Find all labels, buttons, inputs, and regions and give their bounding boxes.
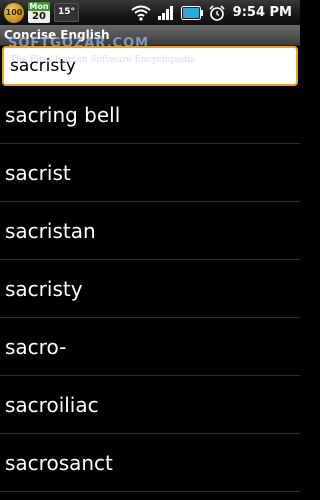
status-bar: 100 Mon 20 15° 9:54 PM [0, 0, 300, 25]
title-bar: Concise English SOFTGOZAR.COM [0, 25, 300, 51]
list-item-sacring-bell[interactable]: sacring bell [0, 86, 300, 144]
weather-temperature: 15° [54, 3, 80, 22]
app-badge-icon: 100 [4, 2, 24, 23]
list-item-sacrist[interactable]: sacrist [0, 144, 300, 202]
status-right: 9:54 PM [131, 2, 292, 23]
calendar-date: 20 [32, 11, 46, 22]
list-item-sacristy[interactable]: sacristy [0, 260, 300, 318]
word-list: sacring bell sacrist sacristan sacristy … [0, 86, 300, 492]
calendar-icon: Mon 20 [28, 2, 50, 23]
list-item-sacrosanct[interactable]: sacrosanct [0, 434, 300, 492]
watermark-tagline: The First Iranian Software Encyclopedia [10, 55, 196, 65]
signal-icon [157, 5, 175, 21]
search-field[interactable] [2, 46, 298, 86]
clock-time: 9:54 PM [232, 5, 292, 20]
list-item-sacroiliac[interactable]: sacroiliac [0, 376, 300, 434]
list-item-sacro[interactable]: sacro- [0, 318, 300, 376]
alarm-icon [209, 4, 225, 21]
list-item-sacristan[interactable]: sacristan [0, 202, 300, 260]
wifi-icon [131, 5, 151, 21]
calendar-day: Mon [28, 2, 50, 11]
status-left: 100 Mon 20 15° [4, 2, 80, 23]
battery-icon [180, 5, 203, 20]
